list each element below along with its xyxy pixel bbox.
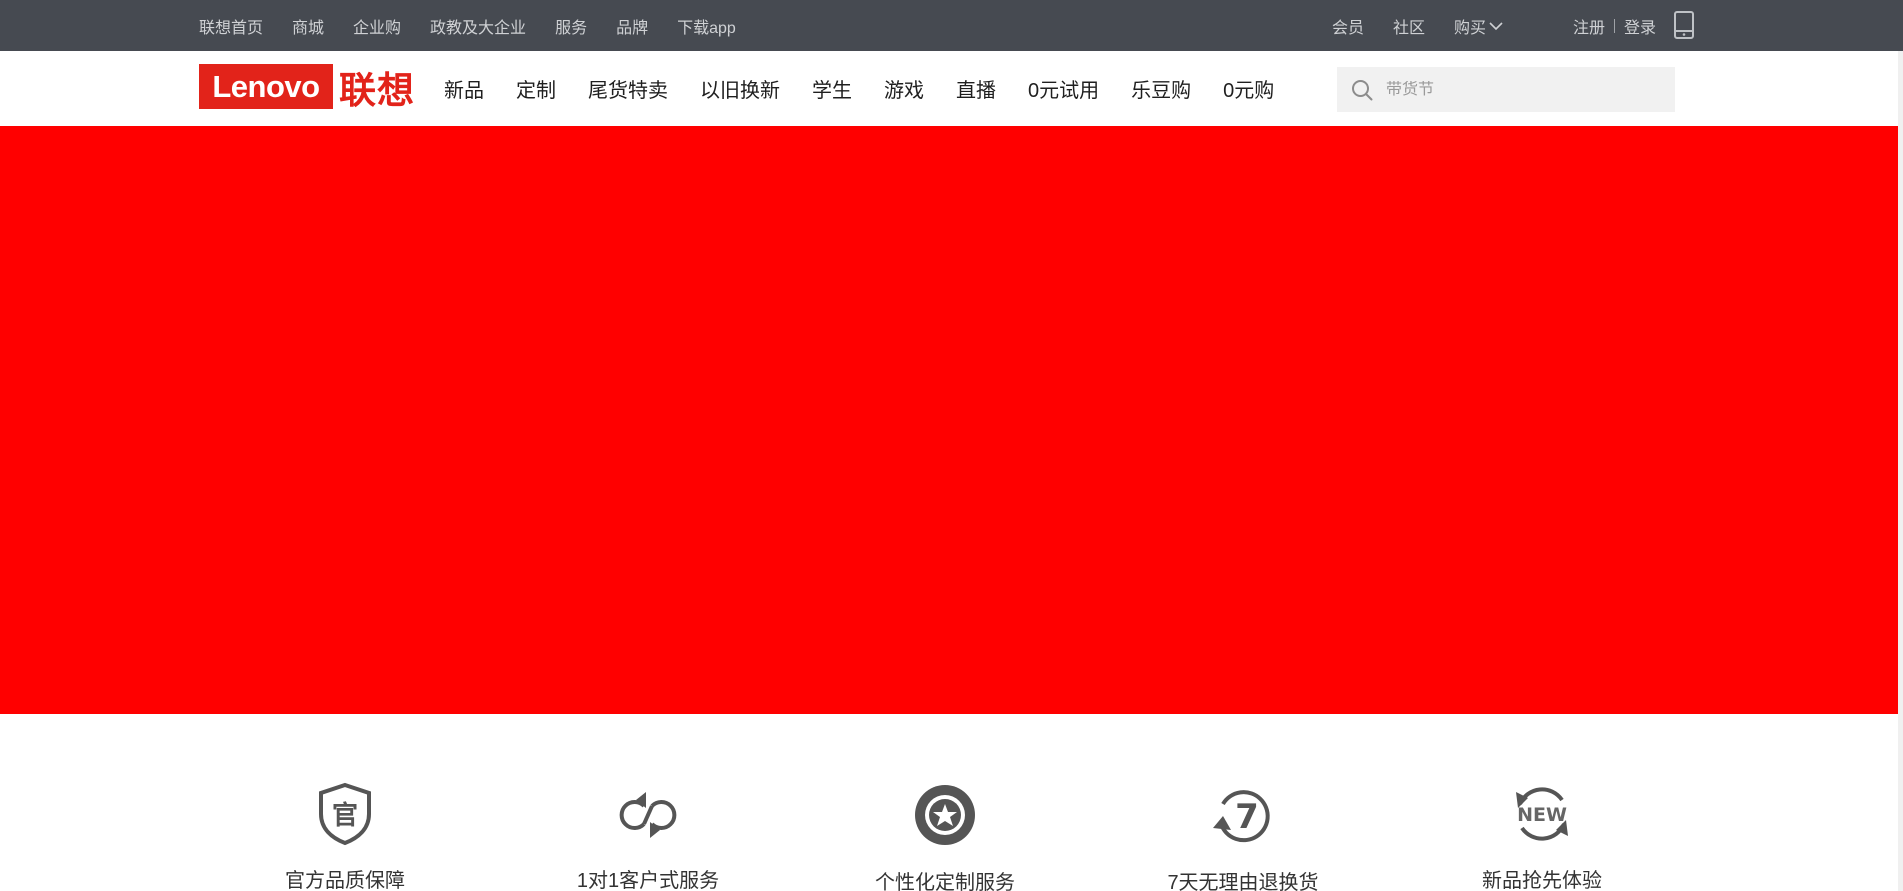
top-link-home[interactable]: 联想首页 [199,14,263,38]
top-link-community[interactable]: 社区 [1393,14,1425,38]
main-nav: 新品 定制 尾货特卖 以旧换新 学生 游戏 直播 0元试用 乐豆购 0元购 [444,51,1306,126]
top-link-brand[interactable]: 品牌 [616,14,648,38]
feature-seven-day-return[interactable]: 7 7天无理由退换货 [1143,782,1343,891]
top-left-links: 联想首页 商城 企业购 政教及大企业 服务 品牌 下载app [199,0,765,51]
seven-glyph: 7 [1235,797,1259,837]
star-badge-icon [915,785,975,845]
nav-item-free-trial[interactable]: 0元试用 [1028,74,1099,103]
top-link-gov-edu[interactable]: 政教及大企业 [430,14,526,38]
logo-wordmark: Lenovo [199,64,333,109]
top-link-member[interactable]: 会员 [1332,14,1364,38]
nav-item-gaming[interactable]: 游戏 [884,74,924,103]
lenovo-logo[interactable]: Lenovo 联想 [199,64,415,111]
page: 联想首页 商城 企业购 政教及大企业 服务 品牌 下载app 会员 社区 购买 … [0,0,1903,891]
top-link-enterprise[interactable]: 企业购 [353,14,401,38]
search-box [1337,67,1675,112]
feature-label: 1对1客户式服务 [576,870,720,891]
top-link-download-app[interactable]: 下载app [677,14,736,38]
feature-customization[interactable]: 个性化定制服务 [845,782,1045,891]
top-link-mall[interactable]: 商城 [292,14,324,38]
feature-label: 官方品质保障 [285,870,405,891]
search-input[interactable] [1386,80,1656,99]
new-glyph: NEW [1517,804,1567,826]
service-features: 官 官方品质保障 1对1客户式服务 个性化定制服务 7 7天无理由退换货 NEW… [0,714,1898,891]
new-product-icon: NEW [1516,787,1568,841]
auth-divider [1614,18,1616,33]
nav-item-student[interactable]: 学生 [812,74,852,103]
feature-official-quality[interactable]: 官 官方品质保障 [245,782,445,891]
nav-item-custom[interactable]: 定制 [516,74,556,103]
shield-glyph: 官 [332,800,358,831]
nav-item-new[interactable]: 新品 [444,74,484,103]
top-right-links: 会员 社区 购买 [1332,0,1504,51]
feature-one-on-one[interactable]: 1对1客户式服务 [548,782,748,891]
chevron-down-icon [1489,21,1503,30]
seven-day-return-icon: 7 [1213,790,1270,843]
buy-dropdown[interactable]: 购买 [1454,14,1504,38]
buy-label: 购买 [1454,19,1487,37]
auth-links: 注册 登录 [1573,0,1656,51]
register-link[interactable]: 注册 [1573,14,1605,38]
service-loop-icon [619,792,677,838]
login-link[interactable]: 登录 [1624,14,1656,38]
mobile-phone-icon[interactable] [1673,11,1695,39]
nav-item-zero-buy[interactable]: 0元购 [1223,74,1274,103]
nav-item-ledou[interactable]: 乐豆购 [1131,74,1191,103]
logo-chinese: 联想 [339,69,415,111]
feature-label: 7天无理由退换货 [1167,872,1319,891]
main-header: Lenovo 联想 新品 定制 尾货特卖 以旧换新 学生 游戏 直播 0元试用 … [0,51,1903,126]
hero-banner[interactable] [0,126,1898,714]
top-link-service[interactable]: 服务 [555,14,587,38]
feature-label: 新品抢先体验 [1482,870,1602,891]
nav-item-trade-in[interactable]: 以旧换新 [700,74,780,103]
search-icon[interactable] [1350,78,1374,102]
feature-label: 个性化定制服务 [875,872,1015,891]
feature-new-product[interactable]: NEW 新品抢先体验 [1442,782,1642,891]
top-utility-bar: 联想首页 商城 企业购 政教及大企业 服务 品牌 下载app 会员 社区 购买 … [0,0,1903,51]
official-shield-icon: 官 [319,782,371,846]
page-scrollbar[interactable] [1898,51,1903,891]
nav-item-live[interactable]: 直播 [956,74,996,103]
nav-item-clearance[interactable]: 尾货特卖 [588,74,668,103]
